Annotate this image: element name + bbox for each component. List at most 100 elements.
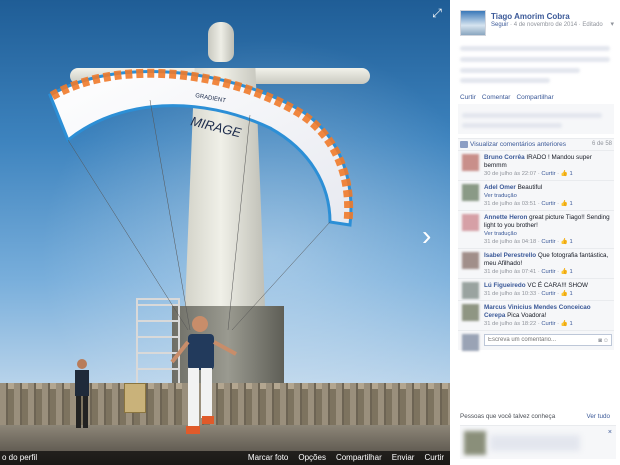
comment-body: Beautiful <box>517 184 543 191</box>
expand-icon[interactable]: ⤢ <box>430 6 444 20</box>
comment-item: Adel Omer Beautiful Ver tradução 31 de j… <box>458 180 614 210</box>
post-date[interactable]: 4 de novembro de 2014 <box>514 22 577 28</box>
commenter-avatar[interactable] <box>462 304 479 321</box>
profile-photo-link[interactable]: o do perfil <box>2 451 37 465</box>
comment-body: VC É CARA!!! SHOW <box>527 282 588 289</box>
comment-time[interactable]: 31 de julho às 07:41 <box>484 269 536 275</box>
people-suggestion: × <box>460 425 616 459</box>
view-previous-label[interactable]: Visualizar comentários anteriores <box>470 141 566 148</box>
comment-text: Isabel Perestrello Que fotografia fantás… <box>484 252 612 268</box>
post-meta: Seguir · 4 de novembro de 2014 · Editado <box>491 22 603 28</box>
see-translation-link[interactable]: Ver tradução <box>484 230 612 238</box>
blurred-caption-line <box>460 68 580 73</box>
people-you-may-know-header: Pessoas que você talvez conheça Ver tudo <box>460 413 610 420</box>
suggestion-name-blurred <box>490 435 580 451</box>
comment-body: Pica Voadora! <box>507 312 547 319</box>
edited-label[interactable]: Editado <box>582 22 602 28</box>
comment-like-count[interactable]: 1 <box>570 269 573 275</box>
viewer-avatar <box>462 334 479 351</box>
comment-meta: 31 de julho às 03:51 · Curtir · 👍 1 <box>484 201 573 207</box>
post-comment-link[interactable]: Comentar <box>482 94 511 101</box>
commenter-avatar[interactable] <box>462 252 479 269</box>
photo-action-bar: o do perfil Marcar foto Opções Compartil… <box>0 451 450 465</box>
follow-link[interactable]: Seguir <box>491 22 508 28</box>
comment-like-link[interactable]: Curtir <box>541 321 555 327</box>
commenter-name[interactable]: Isabel Perestrello <box>484 252 536 259</box>
author-name[interactable]: Tiago Amorim Cobra <box>491 12 570 21</box>
view-previous-comments[interactable]: Visualizar comentários anteriores 6 de 5… <box>458 138 614 150</box>
comment-text: Lú Figueiredo VC É CARA!!! SHOW <box>484 282 612 290</box>
comment-composer: ◙ ☺ <box>458 330 614 351</box>
commenter-name[interactable]: Bruno Corrêa <box>484 154 525 161</box>
see-all-link[interactable]: Ver tudo <box>587 413 610 420</box>
comment-item: Bruno Corrêa IRADO ! Mandou super bemmm … <box>458 150 614 180</box>
comment-text: Bruno Corrêa IRADO ! Mandou super bemmm <box>484 154 612 170</box>
commenter-name[interactable]: Adel Omer <box>484 184 516 191</box>
like-button[interactable]: Curtir <box>424 451 444 465</box>
thumbs-up-icon: 👍 <box>560 239 568 245</box>
people-title: Pessoas que você talvez conheça <box>460 413 556 420</box>
comment-time[interactable]: 31 de julho às 10:33 <box>484 291 536 297</box>
emoji-icon[interactable]: ☺ <box>603 338 609 344</box>
close-icon[interactable]: × <box>608 429 612 436</box>
author-avatar[interactable] <box>460 10 486 36</box>
suggestion-avatar[interactable] <box>464 431 486 455</box>
comment-like-link[interactable]: Curtir <box>541 269 555 275</box>
share-button[interactable]: Compartilhar <box>336 451 382 465</box>
comment-input[interactable] <box>484 334 612 346</box>
likes-summary <box>458 104 614 134</box>
comment-like-count[interactable]: 1 <box>570 239 573 245</box>
comment-like-link[interactable]: Curtir <box>541 239 555 245</box>
comment-like-count[interactable]: 1 <box>570 201 573 207</box>
commenter-avatar[interactable] <box>462 184 479 201</box>
post-share-link[interactable]: Compartilhar <box>516 94 553 101</box>
comments-list: Bruno Corrêa IRADO ! Mandou super bemmm … <box>458 150 614 351</box>
comment-like-link[interactable]: Curtir <box>541 201 555 207</box>
options-button[interactable]: Opções <box>298 451 326 465</box>
comment-text: Annette Heron great picture Tiago!! Send… <box>484 214 612 230</box>
side-panel: Tiago Amorim Cobra Seguir · 4 de novembr… <box>450 0 620 465</box>
comment-item: Isabel Perestrello Que fotografia fantás… <box>458 248 614 278</box>
next-photo-arrow-icon[interactable]: › <box>422 222 444 250</box>
post-like-link[interactable]: Curtir <box>460 94 476 101</box>
comment-item: Marcus Vinicius Mendes Conceicao Cerepa … <box>458 300 614 330</box>
camera-icon[interactable]: ◙ <box>598 338 602 344</box>
blurred-caption-line <box>460 78 550 83</box>
comment-like-count[interactable]: 1 <box>570 171 573 177</box>
commenter-avatar[interactable] <box>462 282 479 299</box>
comment-like-count[interactable]: 1 <box>570 291 573 297</box>
comments-count: 6 de 58 <box>591 141 612 147</box>
comment-text: Adel Omer Beautiful <box>484 184 612 192</box>
comment-time[interactable]: 30 de julho às 22:07 <box>484 171 536 177</box>
comment-meta: 30 de julho às 22:07 · Curtir · 👍 1 <box>484 171 573 177</box>
thumbs-up-icon: 👍 <box>560 269 568 275</box>
comment-like-link[interactable]: Curtir <box>541 171 555 177</box>
comment-like-count[interactable]: 1 <box>570 321 573 327</box>
tag-photo-button[interactable]: Marcar foto <box>248 451 288 465</box>
see-translation-link[interactable]: Ver tradução <box>484 192 612 200</box>
comment-icon <box>460 141 468 148</box>
comment-meta: 31 de julho às 10:33 · Curtir · 👍 1 <box>484 291 573 297</box>
comment-like-link[interactable]: Curtir <box>541 291 555 297</box>
blurred-caption-line <box>460 46 610 51</box>
chevron-down-icon[interactable]: ▾ <box>610 20 614 28</box>
comment-time[interactable]: 31 de julho às 18:22 <box>484 321 536 327</box>
send-button[interactable]: Enviar <box>392 451 415 465</box>
comment-item: Annette Heron great picture Tiago!! Send… <box>458 210 614 248</box>
thumbs-up-icon: 👍 <box>560 321 568 327</box>
comment-time[interactable]: 31 de julho às 04:18 <box>484 239 536 245</box>
commenter-name[interactable]: Annette Heron <box>484 214 527 221</box>
commenter-name[interactable]: Lú Figueiredo <box>484 282 526 289</box>
commenter-avatar[interactable] <box>462 214 479 231</box>
blurred-likes-line <box>462 123 562 128</box>
wing-model-text: MIRAGE <box>189 113 243 140</box>
comment-text: Marcus Vinicius Mendes Conceicao Cerepa … <box>484 304 612 320</box>
comment-meta: 31 de julho às 04:18 · Curtir · 👍 1 <box>484 239 573 245</box>
comment-meta: 31 de julho às 18:22 · Curtir · 👍 1 <box>484 321 573 327</box>
comment-time[interactable]: 31 de julho às 03:51 <box>484 201 536 207</box>
bystander <box>75 359 89 428</box>
commenter-avatar[interactable] <box>462 154 479 171</box>
post-actions: Curtir Comentar Compartilhar <box>460 94 554 101</box>
photo-viewer[interactable]: MIRAGE GRADIENT ⤢ › o do perfil Marcar f… <box>0 0 450 465</box>
blurred-likes-line <box>462 113 602 118</box>
